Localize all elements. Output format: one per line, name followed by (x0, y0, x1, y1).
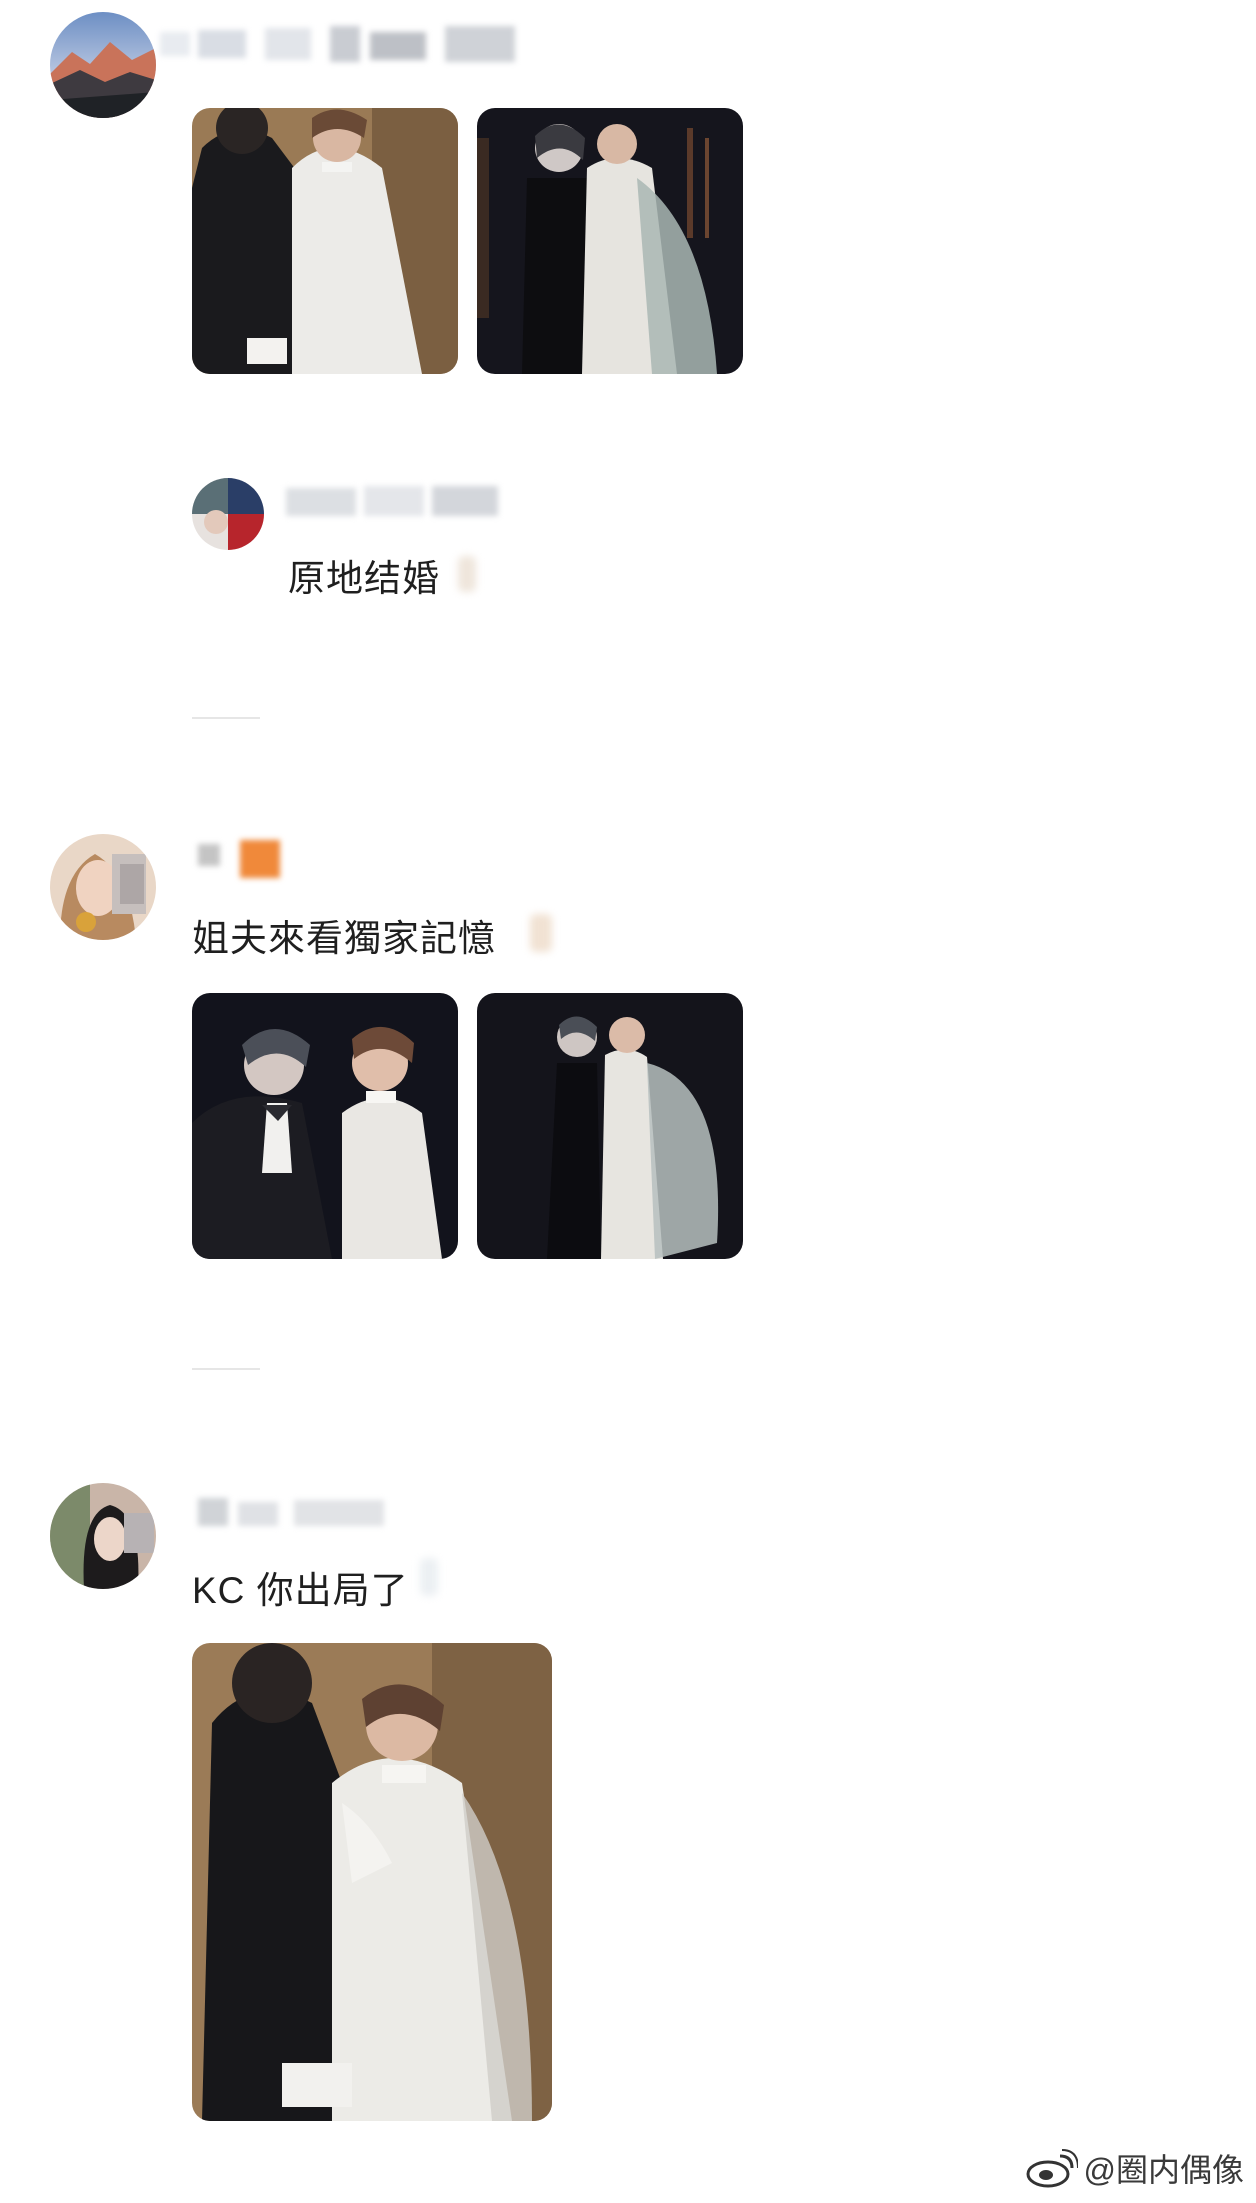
comment-text: 姐夫來看獨家記憶 (192, 918, 496, 959)
woman-dark-hair-avatar-image (50, 1483, 156, 1589)
reply-username-redacted (286, 482, 506, 522)
reply-text: 原地结婚 (288, 558, 440, 599)
couple-photo-warm-large[interactable] (192, 1643, 552, 2121)
couple-photo-dark-closeup[interactable] (192, 993, 458, 1259)
emoji-redacted (420, 1558, 438, 1596)
avatar[interactable] (50, 1483, 156, 1589)
couple-photo-warm[interactable] (192, 108, 458, 374)
emoji-redacted (530, 914, 552, 952)
comment-text: KC 你出局了 (192, 1570, 409, 1611)
watermark-text: @圈内偶像 (1083, 2152, 1245, 2188)
divider (192, 1368, 260, 1370)
username-redacted (198, 1492, 398, 1532)
weibo-watermark: @圈内偶像 (1026, 2145, 1245, 2191)
reply-avatar[interactable] (192, 478, 264, 550)
username-redacted (160, 24, 520, 64)
username-redacted (198, 838, 298, 878)
divider (192, 717, 260, 719)
reply-avatar-image (192, 478, 264, 550)
mountain-sunset-avatar-image (50, 12, 156, 118)
couple-photo-dark-veil[interactable] (477, 993, 743, 1259)
emoji-redacted (458, 556, 476, 592)
weibo-logo-icon (1026, 2148, 1079, 2188)
couple-photo-dark[interactable] (477, 108, 743, 374)
avatar[interactable] (50, 834, 156, 940)
avatar[interactable] (50, 12, 156, 118)
woman-avatar-image (50, 834, 156, 940)
